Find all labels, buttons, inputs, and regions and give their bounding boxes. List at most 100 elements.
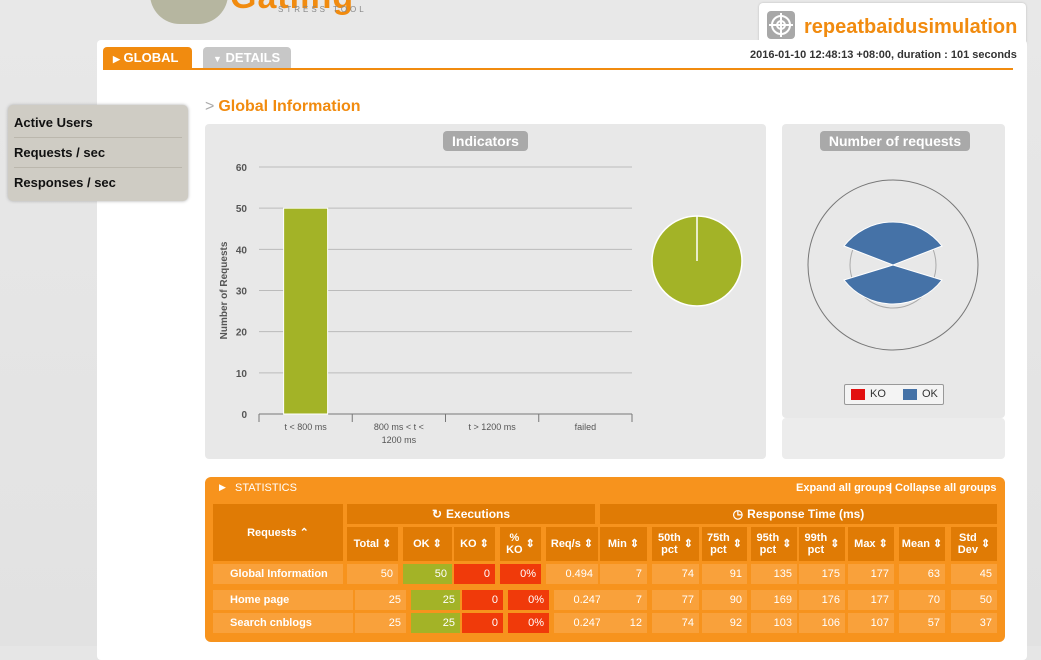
stat-cell: 7 (600, 590, 647, 610)
stat-cell: 12 (600, 613, 647, 633)
stat-row-name[interactable]: Home page (213, 590, 353, 610)
gatling-logo: Gatling STRESS TOOL (150, 0, 400, 24)
stat-cell: 50 (403, 564, 452, 584)
stat-cell: 25 (355, 613, 406, 633)
executions-group-header: ↻ Executions (347, 504, 595, 524)
gatling-mascot-icon (150, 0, 228, 24)
stat-cell: 90 (702, 590, 747, 610)
run-info: 2016-01-10 12:48:13 +08:00, duration : 1… (750, 49, 1017, 61)
sidebar-item-responses-per-sec[interactable]: Responses / sec (14, 175, 116, 190)
stat-cell: 77 (652, 590, 699, 610)
stat-row-name[interactable]: Search cnblogs (213, 613, 353, 633)
sort-icon: ⇕ (929, 538, 943, 550)
column-header[interactable]: % KO ⇕ (500, 527, 541, 561)
triangle-right-icon: ▶ (219, 482, 226, 492)
column-header-text: KO (506, 544, 523, 556)
sort-icon: ⇕ (522, 538, 535, 550)
column-header-text: Total (353, 538, 380, 550)
statistics-header: ▶ STATISTICS Expand all groups | Collaps… (205, 477, 1005, 499)
sidebar-divider (14, 137, 182, 138)
column-header[interactable]: KO ⇕ (454, 527, 495, 561)
column-header[interactable]: Min ⇕ (600, 527, 647, 561)
triangle-down-icon: ▼ (213, 54, 222, 64)
column-header-text: pct (710, 544, 727, 556)
triangle-right-icon: ▶ (113, 54, 120, 64)
column-header-text: pct (807, 544, 825, 556)
column-header[interactable]: Req/s ⇕ (546, 527, 598, 561)
y-tick-label: 20 (236, 328, 248, 339)
tab-global[interactable]: ▶ GLOBAL (103, 47, 192, 69)
sort-icon: ⇕ (580, 538, 594, 550)
x-tick-label: failed (575, 422, 597, 432)
stat-cell: 50 (347, 564, 398, 584)
response-time-header-text: Response Time (ms) (747, 507, 865, 521)
y-tick-label: 0 (241, 410, 247, 421)
sort-icon: ⇕ (827, 538, 840, 550)
sort-icon: ⇕ (680, 538, 693, 550)
requests-chart (807, 179, 979, 351)
stat-cell: 50 (951, 590, 997, 610)
requests-column-header: Requests ⌃ (213, 504, 343, 561)
sort-icon: ⇕ (476, 538, 489, 550)
y-axis-label: Number of Requests (219, 241, 230, 339)
column-header[interactable]: 95th pct ⇕ (751, 527, 797, 561)
sidebar-menu: Active Users Requests / sec Responses / … (8, 105, 188, 201)
stat-cell: 0 (454, 564, 495, 584)
y-tick-label: 50 (236, 204, 248, 215)
expand-all-groups-link[interactable]: Expand all groups (796, 482, 891, 494)
column-header-text: Std (958, 532, 977, 544)
stat-cell: 135 (751, 564, 797, 584)
column-header-text: Max (854, 538, 876, 550)
stat-cell: 106 (799, 613, 845, 633)
column-header[interactable]: Total ⇕ (347, 527, 398, 561)
sort-icon: ⇕ (779, 538, 792, 550)
requests-panel-footer (782, 418, 1005, 459)
column-header[interactable]: 50th pct ⇕ (652, 527, 699, 561)
refresh-icon: ↻ (431, 507, 443, 521)
legend-ok-swatch (903, 389, 917, 400)
sidebar-divider (14, 167, 182, 168)
sort-icon: ⇕ (875, 538, 888, 550)
collapse-all-groups-link[interactable]: Collapse all groups (895, 482, 996, 494)
x-tick-label: 800 ms < t < (374, 422, 424, 432)
column-header[interactable]: OK ⇕ (403, 527, 452, 561)
tab-details[interactable]: ▼ DETAILS (203, 47, 291, 69)
response-time-group-header: ◷ Response Time (ms) (600, 504, 997, 524)
sort-icon: ⇕ (379, 538, 392, 550)
section-title-text: Global Information (218, 98, 361, 115)
requests-panel: Number of requests KO OK (782, 124, 1005, 418)
column-header[interactable]: 99th pct ⇕ (799, 527, 845, 561)
link-separator: | (889, 482, 893, 494)
column-header-text: Req/s (550, 538, 581, 550)
column-header-text: % (509, 532, 520, 544)
stat-cell: 0 (462, 613, 503, 633)
stat-cell: 74 (652, 613, 699, 633)
stat-cell: 0.247 (554, 613, 606, 633)
column-header-text: Mean (901, 538, 930, 550)
y-tick-label: 60 (236, 163, 248, 174)
stat-cell: 37 (951, 613, 997, 633)
requests-header-text: Requests (247, 526, 297, 539)
column-header[interactable]: Std Dev ⇕ (951, 527, 997, 561)
column-header[interactable]: 75th pct ⇕ (702, 527, 747, 561)
stat-cell: 103 (751, 613, 797, 633)
sidebar-item-requests-per-sec[interactable]: Requests / sec (14, 145, 105, 160)
stat-cell: 0.494 (546, 564, 598, 584)
stat-row-name[interactable]: Global Information (213, 564, 343, 584)
stat-cell: 57 (899, 613, 945, 633)
column-header[interactable]: Max ⇕ (848, 527, 894, 561)
stat-cell: 0% (508, 590, 549, 610)
sort-icon: ⇕ (729, 538, 742, 550)
column-header-text: 99th (804, 532, 828, 544)
indicator-bar (283, 207, 329, 415)
column-header[interactable]: Mean ⇕ (899, 527, 945, 561)
sort-icon: ⇕ (429, 538, 442, 550)
stat-cell: 175 (799, 564, 845, 584)
stat-cell: 169 (751, 590, 797, 610)
stat-cell: 107 (848, 613, 894, 633)
sidebar-item-active-users[interactable]: Active Users (14, 115, 93, 130)
stat-cell: 0 (462, 590, 503, 610)
column-header-text: 50th (658, 532, 681, 544)
stat-cell: 7 (600, 564, 647, 584)
y-tick-label: 10 (236, 369, 248, 380)
